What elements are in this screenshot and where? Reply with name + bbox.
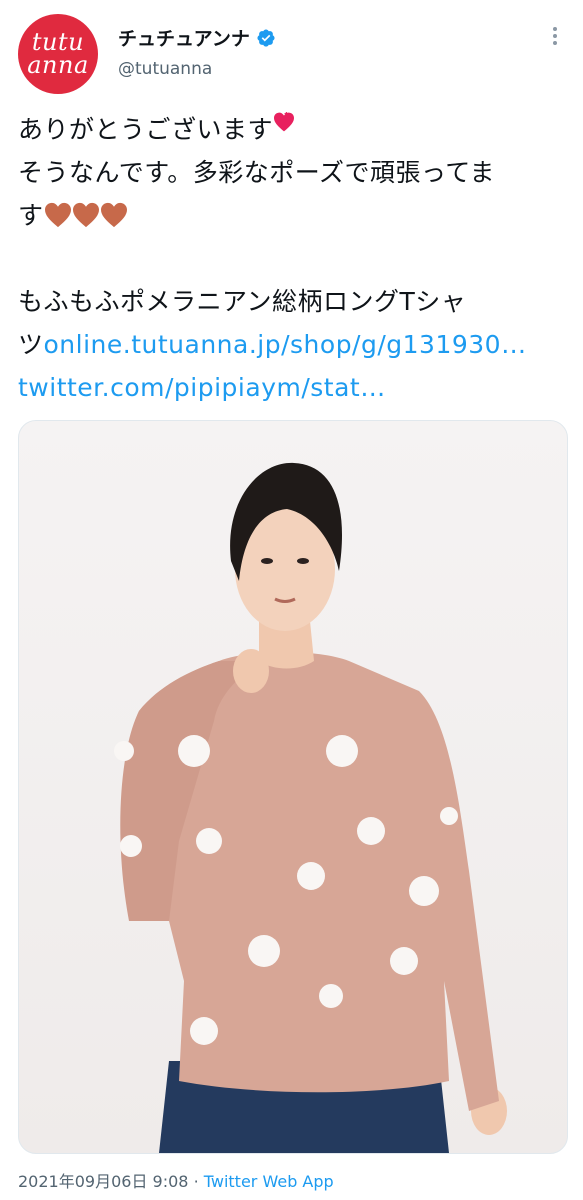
author-info: チュチュアンナ @tutuanna xyxy=(118,24,276,79)
verified-badge-icon xyxy=(257,28,275,47)
tweet-line-5: もふもふポメラニアン総柄ロングTシャ xyxy=(18,287,467,316)
tweet-line-2: そうなんです。多彩なポーズで頑張ってま xyxy=(18,158,496,187)
tweet-text: ありがとうございます そうなんです。多彩なポーズで頑張ってま す もふもふポメラ… xyxy=(18,108,566,409)
tweet-photo[interactable] xyxy=(18,420,568,1154)
sparkling-heart-icon xyxy=(274,112,295,132)
tweet-line-1: ありがとうございます xyxy=(18,115,274,144)
avatar-text-line2: anna xyxy=(27,51,89,79)
brown-heart-icon xyxy=(44,202,71,228)
quoted-tweet-link[interactable]: twitter.com/pipipiaym/stat… xyxy=(18,373,386,402)
raised-hand-shape xyxy=(233,649,269,693)
product-link[interactable]: online.tutuanna.jp/shop/g/g131930… xyxy=(44,330,527,359)
avatar[interactable]: tutu anna xyxy=(18,14,98,94)
tweet-header: tutu anna チュチュアンナ @tutuanna xyxy=(18,14,566,94)
brown-heart-icon xyxy=(100,202,127,228)
display-name[interactable]: チュチュアンナ xyxy=(118,24,250,51)
timestamp[interactable]: 2021年09月06日 9:08 xyxy=(18,1172,188,1191)
brown-heart-icon xyxy=(72,202,99,228)
source-app-link[interactable]: Twitter Web App xyxy=(204,1172,334,1191)
handle[interactable]: @tutuanna xyxy=(118,59,276,79)
meta-separator: · xyxy=(193,1172,199,1191)
tweet-line-6-prefix: ツ xyxy=(18,330,44,359)
tweet-meta: 2021年09月06日 9:08 · Twitter Web App xyxy=(18,1168,334,1192)
more-options-icon[interactable] xyxy=(550,24,560,50)
tweet-line-3: す xyxy=(18,201,44,230)
model-photo-illustration xyxy=(114,462,507,1153)
